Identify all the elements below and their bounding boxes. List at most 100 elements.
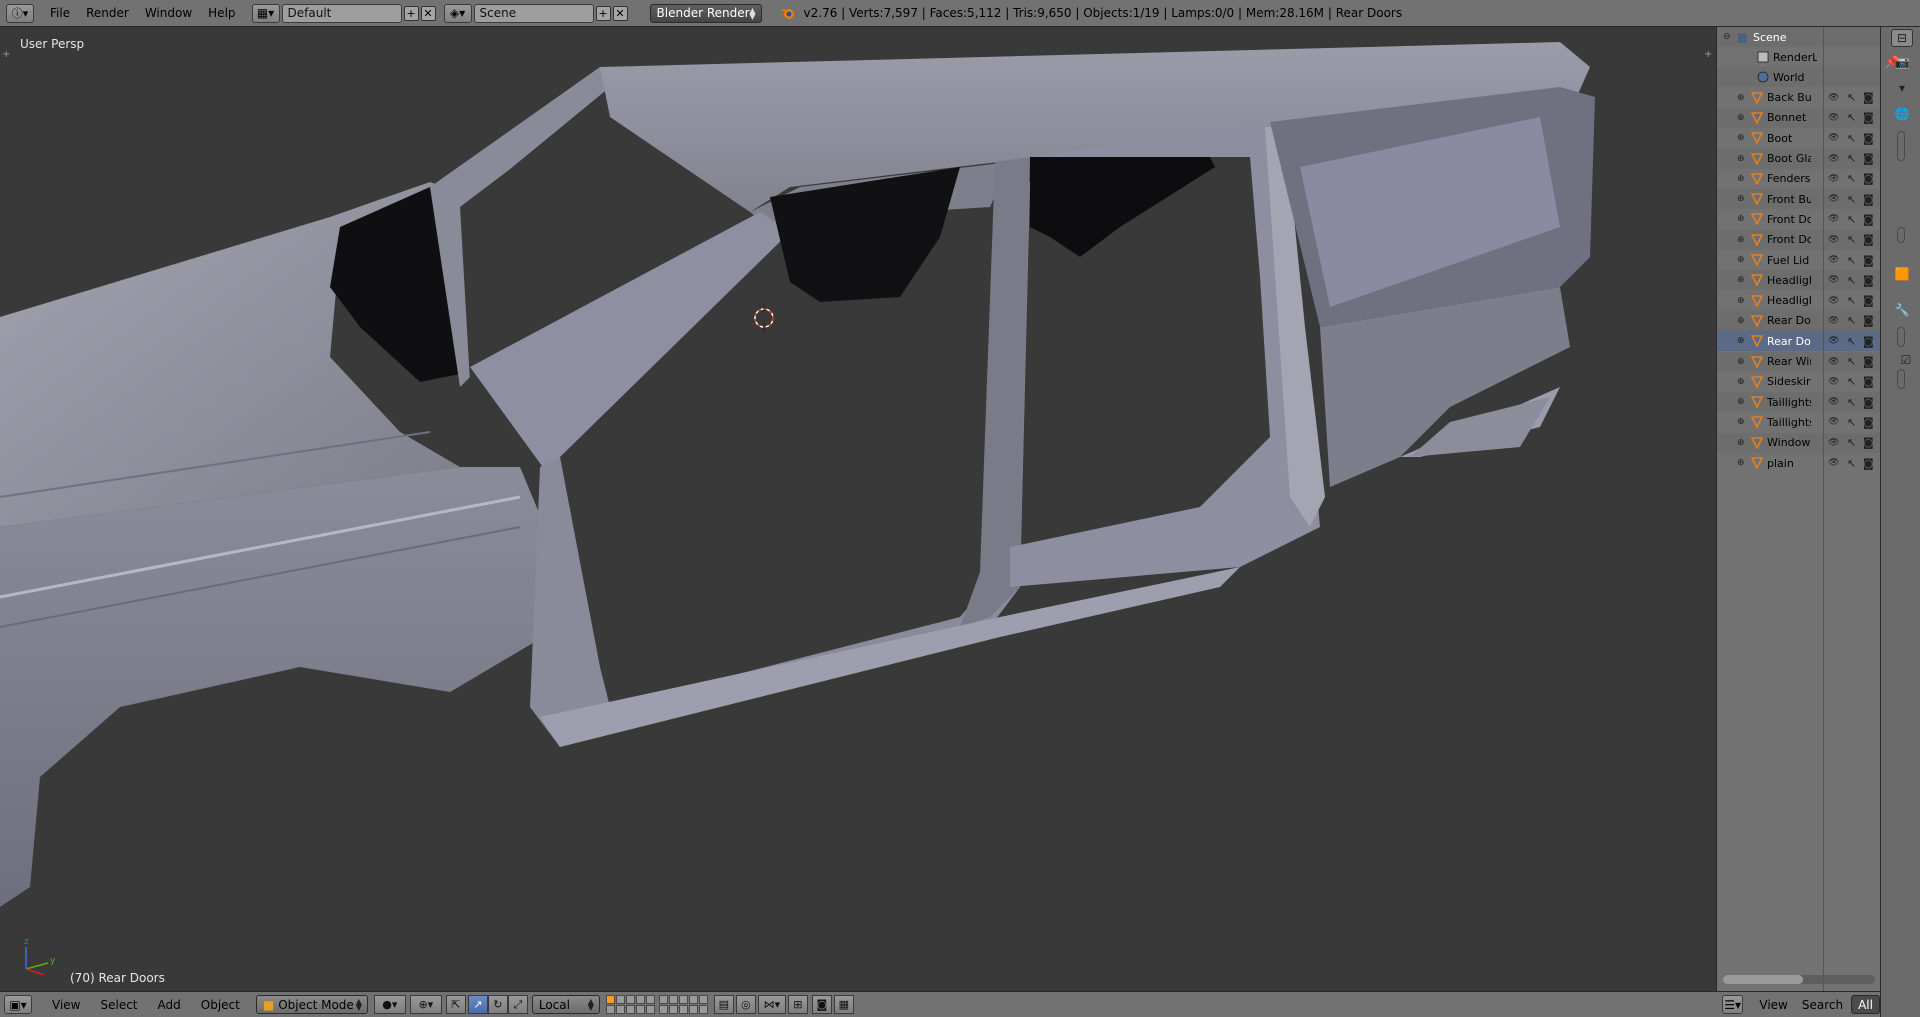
selectable-cursor-icon[interactable]: ↖ xyxy=(1847,314,1856,327)
render-camera-icon[interactable]: ◙ xyxy=(1863,152,1874,165)
outliner-item[interactable]: ⊕ Front Doors 👁 ↖ ◙ xyxy=(1717,209,1881,229)
selectable-cursor-icon[interactable]: ↖ xyxy=(1847,132,1856,145)
selectable-cursor-icon[interactable]: ↖ xyxy=(1847,355,1856,368)
selectable-cursor-icon[interactable]: ↖ xyxy=(1847,335,1856,348)
panel-collapsed-slot[interactable] xyxy=(1897,327,1905,347)
expand-icon[interactable]: ⊕ xyxy=(1737,357,1745,367)
outliner-scene-row[interactable]: ⊖ ▦ Scene xyxy=(1717,27,1881,47)
visibility-eye-icon[interactable]: 👁 xyxy=(1828,194,1839,204)
layer-buttons-1[interactable] xyxy=(605,995,655,1014)
pin-icon[interactable]: 📌 xyxy=(1883,53,1901,71)
selectable-cursor-icon[interactable]: ↖ xyxy=(1847,193,1856,206)
outliner-item[interactable]: ⊕ Rear Doors 👁 ↖ ◙ xyxy=(1717,331,1881,352)
lock-camera-button[interactable]: ▤ xyxy=(713,995,734,1014)
render-preview-button[interactable]: ◙ xyxy=(811,995,832,1014)
visibility-eye-icon[interactable]: 👁 xyxy=(1828,458,1839,468)
outliner-item[interactable]: ⊕ Back Bumper 👁 ↖ ◙ xyxy=(1717,88,1881,108)
visibility-eye-icon[interactable]: 👁 xyxy=(1828,113,1839,123)
properties-editor-type-icon[interactable]: ⊟ xyxy=(1891,29,1913,47)
visibility-eye-icon[interactable]: 👁 xyxy=(1828,174,1839,184)
render-engine-dropdown[interactable]: Blender Render ▲ ▼ xyxy=(649,3,762,23)
render-camera-icon[interactable]: ◙ xyxy=(1863,314,1874,327)
panel-collapsed-slot[interactable] xyxy=(1897,227,1905,243)
menu-add[interactable]: Add xyxy=(148,998,191,1012)
outliner-item[interactable]: ⊕ Taillights 👁 ↖ ◙ xyxy=(1717,392,1881,413)
outliner-menu-view[interactable]: View xyxy=(1749,998,1797,1012)
scene-tab-icon[interactable]: ▾ xyxy=(1893,79,1911,97)
outliner-item[interactable]: ⊕ Fuel Lid 👁 ↖ ◙ xyxy=(1717,250,1881,270)
material-tab-icon[interactable]: ☑ xyxy=(1897,351,1915,369)
add-layout-icon[interactable]: + xyxy=(403,5,419,21)
outliner-item[interactable]: ⊕ Fenders 👁 ↖ ◙ xyxy=(1717,169,1881,189)
outliner-horizontal-scrollbar[interactable] xyxy=(1723,975,1875,984)
menu-object[interactable]: Object xyxy=(191,998,250,1012)
expand-icon[interactable]: ⊕ xyxy=(1737,417,1745,427)
visibility-eye-icon[interactable]: 👁 xyxy=(1828,397,1839,407)
selectable-cursor-icon[interactable]: ↖ xyxy=(1847,152,1856,165)
selectable-cursor-icon[interactable]: ↖ xyxy=(1847,436,1856,449)
screen-layout-field[interactable]: Default xyxy=(281,3,402,23)
selectable-cursor-icon[interactable]: ↖ xyxy=(1847,254,1856,267)
outliner-item[interactable]: ⊕ Taillights 👁 ↖ ◙ xyxy=(1717,412,1881,432)
render-camera-icon[interactable]: ◙ xyxy=(1863,172,1874,185)
outliner-item[interactable]: ⊕ Front Bumper 👁 ↖ ◙ xyxy=(1717,189,1881,210)
scene-selector-button[interactable]: ◈▾ xyxy=(443,3,472,23)
visibility-eye-icon[interactable]: 👁 xyxy=(1828,133,1839,143)
visibility-eye-icon[interactable]: 👁 xyxy=(1828,417,1839,427)
outliner-item[interactable]: ⊕ Headlights 👁 ↖ ◙ xyxy=(1717,270,1881,291)
render-camera-icon[interactable]: ◙ xyxy=(1863,335,1874,348)
selectable-cursor-icon[interactable]: ↖ xyxy=(1847,111,1856,124)
render-camera-icon[interactable]: ◙ xyxy=(1863,254,1874,267)
object-tab-icon[interactable]: 🟧 xyxy=(1893,265,1911,283)
expand-icon[interactable]: ⊕ xyxy=(1737,438,1745,448)
outliner-item[interactable]: ⊕ Rear Windows 👁 ↖ ◙ xyxy=(1717,351,1881,372)
outliner-menu-search[interactable]: Search xyxy=(1798,998,1847,1012)
expand-icon[interactable]: ⊕ xyxy=(1737,397,1745,407)
selectable-cursor-icon[interactable]: ↖ xyxy=(1847,172,1856,185)
render-animation-button[interactable]: ▦ xyxy=(833,995,854,1014)
transform-orientation-dropdown[interactable]: Local ▲ ▼ xyxy=(531,995,600,1014)
expand-icon[interactable]: ⊕ xyxy=(1737,133,1745,143)
expand-icon[interactable]: ⊕ xyxy=(1737,174,1745,184)
visibility-eye-icon[interactable]: 👁 xyxy=(1828,154,1839,164)
snap-element-button[interactable]: ⋈▾ xyxy=(757,995,786,1014)
expand-icon[interactable]: ⊕ xyxy=(1737,275,1745,285)
menu-render[interactable]: Render xyxy=(78,0,137,27)
visibility-eye-icon[interactable]: 👁 xyxy=(1828,214,1839,224)
expand-icon[interactable]: ⊕ xyxy=(1737,336,1745,346)
outliner-item[interactable]: World xyxy=(1717,67,1881,88)
outliner-item[interactable]: ⊕ Front Doors 👁 ↖ ◙ xyxy=(1717,229,1881,250)
render-camera-icon[interactable]: ◙ xyxy=(1863,457,1874,470)
visibility-eye-icon[interactable]: 👁 xyxy=(1828,357,1839,367)
selectable-cursor-icon[interactable]: ↖ xyxy=(1847,375,1856,388)
visibility-eye-icon[interactable]: 👁 xyxy=(1828,255,1839,265)
outliner-item[interactable]: ⊕ Window 👁 ↖ ◙ xyxy=(1717,432,1881,453)
expand-icon[interactable]: ⊕ xyxy=(1737,377,1745,387)
outliner-item[interactable]: ⊕ Sideskirts 👁 ↖ ◙ xyxy=(1717,372,1881,392)
modifier-tab-icon[interactable]: 🔧 xyxy=(1893,301,1911,319)
proportional-edit-button[interactable]: ◎ xyxy=(735,995,756,1014)
outliner-editor-type-button[interactable]: ☰▾ xyxy=(1722,995,1744,1014)
3d-viewport[interactable]: z y + + User Persp (70) Rear Doors xyxy=(0,27,1716,991)
menu-view[interactable]: View xyxy=(42,998,90,1012)
expand-icon[interactable]: ⊕ xyxy=(1737,296,1745,306)
translate-manipulator-button[interactable]: ↗ xyxy=(467,995,488,1014)
render-camera-icon[interactable]: ◙ xyxy=(1863,375,1874,388)
layer-buttons-2[interactable] xyxy=(658,995,708,1014)
collapse-icon[interactable]: ⊖ xyxy=(1723,32,1731,42)
selectable-cursor-icon[interactable]: ↖ xyxy=(1847,457,1856,470)
selectable-cursor-icon[interactable]: ↖ xyxy=(1847,396,1856,409)
world-tab-icon[interactable]: 🌐 xyxy=(1893,105,1911,123)
panel-collapsed-slot[interactable] xyxy=(1897,369,1905,389)
viewport-shading-button[interactable]: ●▾ xyxy=(373,995,406,1014)
panel-collapsed-slot[interactable] xyxy=(1897,131,1905,161)
outliner-panel[interactable]: ⊖ ▦ Scene RenderLayers World ⊕ Back Bumper 👁… xyxy=(1716,27,1881,991)
outliner-item[interactable]: ⊕ Rear Doors 👁 ↖ ◙ xyxy=(1717,310,1881,331)
render-camera-icon[interactable]: ◙ xyxy=(1863,193,1874,206)
expand-icon[interactable]: ⊕ xyxy=(1737,194,1745,204)
outliner-item[interactable]: ⊕ Boot Glass 👁 ↖ ◙ xyxy=(1717,148,1881,169)
visibility-eye-icon[interactable]: 👁 xyxy=(1828,438,1839,448)
visibility-eye-icon[interactable]: 👁 xyxy=(1828,275,1839,285)
render-camera-icon[interactable]: ◙ xyxy=(1863,132,1874,145)
add-scene-icon[interactable]: + xyxy=(595,5,611,21)
